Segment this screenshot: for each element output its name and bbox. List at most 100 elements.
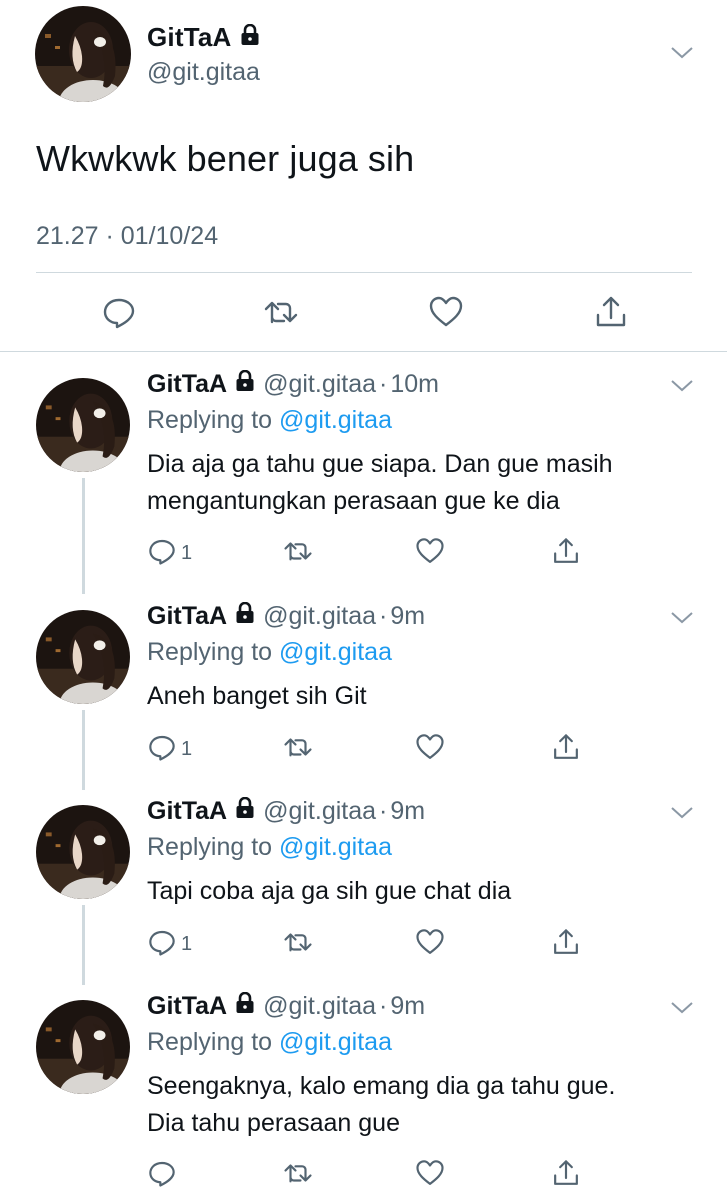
chevron-down-icon[interactable] [669, 378, 695, 394]
handle[interactable]: @git.gitaa [263, 992, 376, 1021]
retweet-icon[interactable] [283, 1158, 313, 1188]
tweet-text-line: Dia aja ga tahu gue siapa. Dan gue masih [147, 450, 613, 478]
action-bar: 1 [147, 732, 707, 762]
action-bar [147, 1158, 707, 1188]
share-icon[interactable] [551, 927, 581, 957]
display-name[interactable]: GitTaA [147, 22, 260, 53]
mention-link[interactable]: @git.gitaa [279, 1028, 392, 1056]
reply-icon [147, 536, 177, 571]
like-icon[interactable] [415, 1158, 445, 1188]
like-icon[interactable] [415, 927, 445, 957]
reply-icon [147, 1158, 177, 1193]
tweet-text-line: mengantungkan perasaan gue ke dia [147, 487, 560, 515]
reply-button[interactable] [147, 1158, 181, 1193]
lock-icon [240, 22, 260, 53]
separator-dot: · [379, 992, 388, 1020]
chevron-down-icon[interactable] [669, 805, 695, 821]
action-bar: 1 [147, 927, 707, 957]
share-icon[interactable] [551, 1158, 581, 1188]
reply-header: GitTaA @git.gitaa · 9m [147, 991, 425, 1021]
replying-prefix: Replying to [147, 638, 273, 666]
divider [0, 351, 727, 352]
replying-to: Replying to @git.gitaa [147, 1028, 392, 1057]
display-name[interactable]: GitTaA [147, 370, 227, 399]
replying-to: Replying to @git.gitaa [147, 406, 392, 435]
separator-dot: · [379, 370, 388, 398]
mention-link[interactable]: @git.gitaa [279, 406, 392, 434]
lock-icon [235, 369, 255, 399]
chevron-down-icon[interactable] [669, 610, 695, 626]
like-icon[interactable] [415, 732, 445, 762]
timestamp[interactable]: 9m [390, 992, 425, 1021]
tweet-text: Wkwkwk bener juga sih [36, 138, 415, 179]
replying-prefix: Replying to [147, 833, 273, 861]
timestamp[interactable]: 21.27 · 01/10/24 [36, 222, 218, 251]
replying-to: Replying to @git.gitaa [147, 833, 392, 862]
reply-tweet: GitTaA @git.gitaa · 10m Replying to @git… [0, 369, 727, 598]
display-name-text: GitTaA [147, 22, 232, 52]
reply-button[interactable]: 1 [147, 927, 192, 962]
display-name[interactable]: GitTaA [147, 992, 227, 1021]
avatar[interactable] [36, 610, 130, 704]
avatar[interactable] [35, 6, 131, 102]
reply-header: GitTaA @git.gitaa · 10m [147, 369, 439, 399]
handle[interactable]: @git.gitaa [263, 602, 376, 631]
avatar[interactable] [36, 805, 130, 899]
share-icon[interactable] [551, 732, 581, 762]
lock-icon [235, 991, 255, 1021]
action-bar: 1 [147, 536, 707, 566]
main-tweet: GitTaA @git.gitaa Wkwkwk bener juga sih … [0, 0, 727, 352]
reply-icon [147, 927, 177, 962]
lock-icon [235, 796, 255, 826]
chevron-down-icon[interactable] [669, 1000, 695, 1016]
tweet-text-line: Aneh banget sih Git [147, 682, 367, 710]
display-name[interactable]: GitTaA [147, 602, 227, 631]
tweet-text-line: Dia tahu perasaan gue [147, 1109, 400, 1137]
reply-header: GitTaA @git.gitaa · 9m [147, 601, 425, 631]
reply-tweet: GitTaA @git.gitaa · 9m Replying to @git.… [0, 796, 727, 987]
handle[interactable]: @git.gitaa [263, 370, 376, 399]
display-name[interactable]: GitTaA [147, 797, 227, 826]
reply-count: 1 [181, 933, 193, 955]
tweet-text: Aneh banget sih Git [147, 678, 707, 715]
reply-tweet: GitTaA @git.gitaa · 9m Replying to @git.… [0, 991, 727, 1200]
tweet-text-line: Tapi coba aja ga sih gue chat dia [147, 877, 512, 905]
mention-link[interactable]: @git.gitaa [279, 638, 392, 666]
reply-icon [147, 732, 177, 767]
tweet-text-line: Seengaknya, kalo emang dia ga tahu gue. [147, 1072, 616, 1100]
replying-to: Replying to @git.gitaa [147, 638, 392, 667]
replying-prefix: Replying to [147, 406, 273, 434]
reply-button[interactable]: 1 [147, 536, 192, 571]
retweet-icon[interactable] [263, 294, 299, 330]
reply-tweet: GitTaA @git.gitaa · 9m Replying to @git.… [0, 601, 727, 792]
separator-dot: · [379, 602, 388, 630]
timestamp[interactable]: 9m [390, 602, 425, 631]
reply-count: 1 [181, 542, 193, 564]
like-icon[interactable] [428, 294, 464, 330]
handle[interactable]: @git.gitaa [263, 797, 376, 826]
retweet-icon[interactable] [283, 927, 313, 957]
divider [36, 272, 692, 273]
retweet-icon[interactable] [283, 732, 313, 762]
tweet-text: Tapi coba aja ga sih gue chat dia [147, 873, 707, 910]
share-icon[interactable] [551, 536, 581, 566]
reply-count: 1 [181, 738, 193, 760]
mention-link[interactable]: @git.gitaa [279, 833, 392, 861]
separator-dot: · [379, 797, 388, 825]
tweet-text: Seengaknya, kalo emang dia ga tahu gue. … [147, 1068, 707, 1142]
timestamp[interactable]: 9m [390, 797, 425, 826]
avatar[interactable] [36, 378, 130, 472]
retweet-icon[interactable] [283, 536, 313, 566]
chevron-down-icon[interactable] [669, 45, 695, 61]
reply-header: GitTaA @git.gitaa · 9m [147, 796, 425, 826]
avatar[interactable] [36, 1000, 130, 1094]
timestamp[interactable]: 10m [390, 370, 439, 399]
reply-button[interactable]: 1 [147, 732, 192, 767]
tweet-text: Dia aja ga tahu gue siapa. Dan gue masih… [147, 446, 707, 520]
reply-icon[interactable] [101, 294, 137, 330]
share-icon[interactable] [593, 294, 629, 330]
lock-icon [235, 601, 255, 631]
handle[interactable]: @git.gitaa [147, 58, 260, 87]
like-icon[interactable] [415, 536, 445, 566]
replying-prefix: Replying to [147, 1028, 273, 1056]
